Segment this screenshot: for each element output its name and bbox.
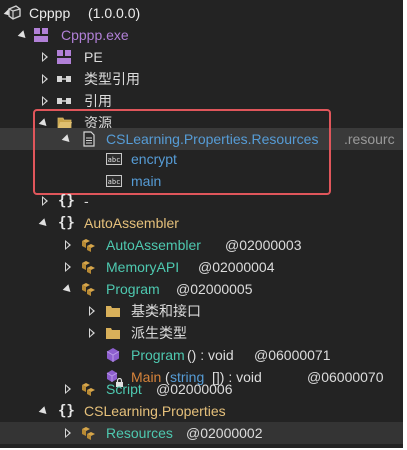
expand-arrow-icon[interactable] bbox=[38, 400, 50, 422]
pe-label: PE bbox=[84, 49, 103, 65]
folder-icon bbox=[106, 306, 120, 317]
class-name: Resources bbox=[106, 425, 173, 441]
class-icon bbox=[82, 383, 95, 396]
namespace-label: AutoAssembler bbox=[84, 215, 179, 231]
assembly-version: (1.0.0.0) bbox=[88, 5, 141, 21]
class-icon bbox=[82, 283, 95, 296]
type-token: @02000004 bbox=[198, 259, 275, 275]
class-icon bbox=[82, 239, 95, 252]
namespace-icon: {} bbox=[58, 193, 75, 209]
type-refs-label: 类型引用 bbox=[84, 71, 140, 87]
type-token: @02000006 bbox=[156, 381, 233, 397]
annotation-highlight-box bbox=[33, 109, 331, 195]
expand-arrow-icon[interactable] bbox=[62, 378, 74, 400]
type-token: @02000003 bbox=[225, 237, 302, 253]
method-icon bbox=[106, 348, 120, 362]
method-signature: () : void bbox=[187, 347, 234, 363]
namespace-label: CSLearning.Properties bbox=[84, 403, 226, 419]
method-token: @06000071 bbox=[254, 347, 331, 363]
type-token: @02000002 bbox=[186, 425, 263, 441]
expand-arrow-icon[interactable] bbox=[86, 300, 98, 322]
expand-arrow-icon[interactable] bbox=[38, 212, 50, 234]
reference-icon bbox=[57, 76, 71, 82]
method-name: Program bbox=[131, 347, 185, 363]
class-name: Script bbox=[106, 381, 142, 397]
class-name: MemoryAPI bbox=[106, 259, 180, 275]
expand-arrow-icon[interactable] bbox=[39, 190, 51, 212]
expand-arrow-icon[interactable] bbox=[62, 422, 74, 444]
namespace-icon: {} bbox=[58, 403, 75, 419]
assembly-icon bbox=[8, 5, 21, 20]
expand-arrow-icon[interactable] bbox=[17, 24, 29, 46]
base-types-label: 基类和接口 bbox=[131, 303, 201, 319]
class-name: AutoAssembler bbox=[106, 237, 201, 253]
module-name: Cpppp.exe bbox=[61, 27, 129, 43]
class-icon bbox=[82, 261, 95, 274]
method-token: @06000070 bbox=[307, 369, 384, 385]
derived-types-label: 派生类型 bbox=[131, 325, 187, 341]
class-name: Program bbox=[106, 281, 160, 297]
expand-arrow-icon[interactable] bbox=[62, 234, 74, 256]
namespace-label: - bbox=[84, 193, 89, 209]
expand-arrow-icon[interactable] bbox=[62, 256, 74, 278]
class-icon bbox=[82, 427, 95, 440]
assembly-name: Cpppp bbox=[29, 5, 71, 21]
folder-icon bbox=[106, 328, 120, 339]
expand-arrow-icon[interactable] bbox=[86, 322, 98, 344]
expand-arrow-icon[interactable] bbox=[39, 46, 51, 68]
module-icon bbox=[57, 50, 71, 64]
assembly-explorer-tree: Cpppp (1.0.0.0) Cpppp.exe PE 类型引用 引用 资源 … bbox=[0, 0, 407, 450]
expand-arrow-icon[interactable] bbox=[62, 278, 74, 300]
module-icon bbox=[34, 28, 48, 42]
namespace-icon: {} bbox=[58, 215, 75, 231]
resource-file-ext: .resourc bbox=[344, 131, 395, 147]
reference-icon bbox=[57, 98, 71, 104]
type-token: @02000005 bbox=[176, 281, 253, 297]
expand-arrow-icon[interactable] bbox=[39, 68, 51, 90]
